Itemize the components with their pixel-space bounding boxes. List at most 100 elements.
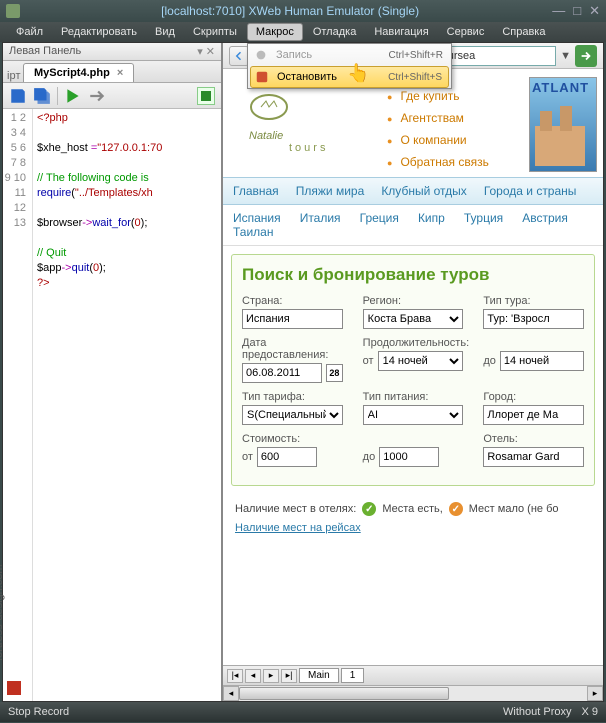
cost-label: Стоимость: — [242, 433, 343, 445]
hidden-tab-fragment: ipт — [7, 70, 21, 82]
link-contact[interactable]: Обратная связь — [387, 151, 519, 173]
nav-main[interactable]: Главная — [233, 184, 279, 198]
stop-button[interactable] — [197, 87, 215, 105]
watermark-text: fortress-design.com — [0, 564, 5, 661]
subnav-austria[interactable]: Австрия — [522, 211, 568, 225]
subnav-cyprus[interactable]: Кипр — [418, 211, 445, 225]
date-input[interactable] — [242, 363, 322, 383]
svg-text:Natalie: Natalie — [249, 130, 283, 142]
link-agents[interactable]: Агентствам — [387, 107, 519, 129]
avail-flights-link[interactable]: Наличие мест на рейсах — [235, 522, 361, 534]
app-icon — [6, 4, 20, 18]
cost-from-input[interactable] — [257, 447, 317, 467]
menu-navigation[interactable]: Навигация — [366, 24, 436, 40]
nav-cities[interactable]: Города и страны — [484, 184, 577, 198]
editor-toolbar — [3, 83, 221, 109]
subnav-greece[interactable]: Греция — [360, 211, 399, 225]
close-button[interactable]: ✕ — [589, 3, 600, 19]
country-label: Страна: — [242, 295, 343, 307]
duration-label: Продолжительность: — [363, 337, 464, 349]
tab-prev-button[interactable]: ◂ — [245, 669, 261, 683]
nights-from-select[interactable]: 14 ночей — [378, 351, 464, 371]
cost-to-input[interactable] — [379, 447, 439, 467]
search-form: Поиск и бронирование туров Страна: Регио… — [231, 254, 595, 486]
code-content[interactable]: <?php $xhe_host ="127.0.0.1:70 // The fo… — [33, 109, 221, 701]
banner-ad[interactable]: ATLANT — [529, 77, 597, 172]
site-logo[interactable]: Natalie tours — [229, 77, 369, 167]
avail-few-text: Мест мало (не бо — [469, 503, 559, 515]
status-left: Stop Record — [8, 706, 69, 718]
scroll-left-button[interactable]: ◂ — [223, 686, 239, 701]
nights-to-input[interactable] — [500, 351, 584, 371]
subnav-turkey[interactable]: Турция — [464, 211, 503, 225]
type-input[interactable] — [483, 309, 584, 329]
browser-panel: ▼ Запись Ctrl+Shift+R Остановить Ctrl+Sh… — [223, 43, 603, 701]
scroll-right-button[interactable]: ▸ — [587, 686, 603, 701]
tariff-select[interactable]: S(Специальный) — [242, 405, 343, 425]
window-title: [localhost:7010] XWeb Human Emulator (Si… — [28, 4, 552, 18]
city-label: Город: — [483, 391, 584, 403]
browser-tab-main[interactable]: Main — [299, 668, 339, 683]
date-label: Дата предоставления: — [242, 337, 343, 361]
region-select[interactable]: Коста Брава — [363, 309, 464, 329]
menu-macros[interactable]: Макрос — [247, 23, 303, 41]
subnav-thailand[interactable]: Таилан — [233, 225, 273, 239]
svg-text:tours: tours — [289, 142, 328, 154]
country-nav: Испания Италия Греция Кипр Турция Австри… — [223, 205, 603, 246]
save-all-button[interactable] — [33, 87, 51, 105]
hotel-input[interactable] — [483, 447, 584, 467]
country-input[interactable] — [242, 309, 343, 329]
close-tab-icon[interactable]: × — [117, 67, 123, 79]
maximize-button[interactable]: □ — [573, 3, 581, 19]
editor-tab-label: MyScript4.php — [34, 67, 110, 79]
menu-debug[interactable]: Отладка — [305, 24, 364, 40]
subnav-italy[interactable]: Италия — [300, 211, 341, 225]
webpage-viewport[interactable]: Natalie tours Где купить Агентствам О ком… — [223, 69, 603, 665]
tab-first-button[interactable]: |◂ — [227, 669, 243, 683]
hotel-label: Отель: — [483, 433, 584, 445]
avail-ok-icon: ✓ — [362, 502, 376, 516]
main-menubar: Файл Редактировать Вид Скрипты Макрос От… — [0, 22, 606, 42]
menu-help[interactable]: Справка — [494, 24, 553, 40]
top-links: Где купить Агентствам О компании Обратна… — [379, 77, 519, 173]
status-bar: Stop Record Without Proxy X 9 — [0, 702, 606, 722]
menu-scripts[interactable]: Скрипты — [185, 24, 245, 40]
browser-tab-1[interactable]: 1 — [341, 668, 365, 683]
nav-club[interactable]: Клубный отдых — [381, 184, 466, 198]
editor-tab-active[interactable]: MyScript4.php × — [23, 63, 134, 82]
menu-edit[interactable]: Редактировать — [53, 24, 145, 40]
nav-back-button[interactable] — [229, 46, 249, 66]
city-input[interactable] — [483, 405, 584, 425]
link-company[interactable]: О компании — [387, 129, 519, 151]
nav-beaches[interactable]: Пляжи мира — [296, 184, 365, 198]
go-button[interactable] — [575, 45, 597, 67]
left-panel-title: Левая Панель — [9, 45, 81, 58]
calendar-icon[interactable]: 28 — [326, 364, 343, 382]
step-button[interactable] — [88, 87, 106, 105]
scroll-thumb[interactable] — [239, 687, 449, 700]
left-panel: Левая Панель ▾ ✕ ipт MyScript4.php × 1 2… — [3, 43, 223, 701]
left-panel-collapse-icon[interactable]: ▾ ✕ — [197, 45, 215, 58]
run-button[interactable] — [64, 87, 82, 105]
save-button[interactable] — [9, 87, 27, 105]
subnav-spain[interactable]: Испания — [233, 211, 281, 225]
mouse-cursor-icon: 👆 — [347, 63, 369, 84]
record-icon — [252, 47, 270, 63]
horizontal-scrollbar[interactable]: ◂ ▸ — [223, 685, 603, 701]
menu-file[interactable]: Файл — [8, 24, 51, 40]
menu-service[interactable]: Сервис — [439, 24, 493, 40]
window-titlebar: [localhost:7010] XWeb Human Emulator (Si… — [0, 0, 606, 22]
tab-next-button[interactable]: ▸ — [263, 669, 279, 683]
tab-last-button[interactable]: ▸| — [281, 669, 297, 683]
region-label: Регион: — [363, 295, 464, 307]
code-editor[interactable]: 1 2 3 4 5 6 7 8 9 10 11 12 13 <?php $xhe… — [3, 109, 221, 701]
meal-select[interactable]: AI — [363, 405, 464, 425]
watermark-logo-icon — [7, 681, 21, 695]
menu-view[interactable]: Вид — [147, 24, 183, 40]
minimize-button[interactable]: — — [552, 3, 565, 19]
browser-tab-strip: |◂ ◂ ▸ ▸| Main 1 — [223, 665, 603, 685]
primary-nav: Главная Пляжи мира Клубный отдых Города … — [223, 177, 603, 205]
url-dropdown-icon[interactable]: ▼ — [560, 50, 571, 62]
meal-label: Тип питания: — [363, 391, 464, 403]
type-label: Тип тура: — [483, 295, 584, 307]
